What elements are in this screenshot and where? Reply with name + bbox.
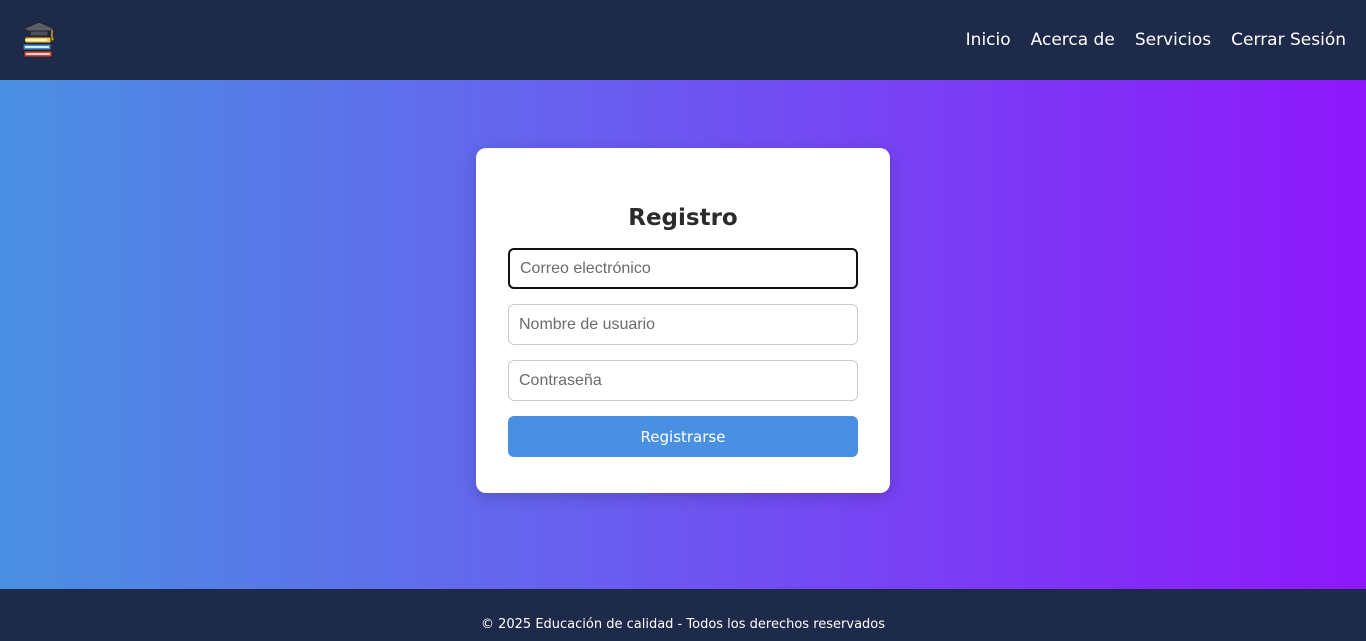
main-content: Registro Registrarse: [0, 80, 1366, 589]
register-card: Registro Registrarse: [476, 148, 890, 493]
footer-copyright: © 2025 Educación de calidad - Todos los …: [480, 616, 886, 632]
nav-link-servicios[interactable]: Servicios: [1135, 30, 1211, 50]
username-field[interactable]: [508, 304, 858, 345]
password-field[interactable]: [508, 360, 858, 401]
register-button[interactable]: Registrarse: [508, 416, 858, 457]
nav-link-inicio[interactable]: Inicio: [966, 30, 1011, 50]
nav-link-acerca-de[interactable]: Acerca de: [1031, 30, 1115, 50]
nav-link-cerrar-sesion[interactable]: Cerrar Sesión: [1231, 30, 1346, 50]
books-graduation-cap-icon[interactable]: [18, 19, 60, 61]
email-field[interactable]: [508, 248, 858, 289]
form-title: Registro: [628, 205, 738, 231]
main-nav: Inicio Acerca de Servicios Cerrar Sesión: [966, 30, 1346, 50]
footer: © 2025 Educación de calidad - Todos los …: [0, 589, 1366, 641]
navbar: Inicio Acerca de Servicios Cerrar Sesión: [0, 0, 1366, 80]
